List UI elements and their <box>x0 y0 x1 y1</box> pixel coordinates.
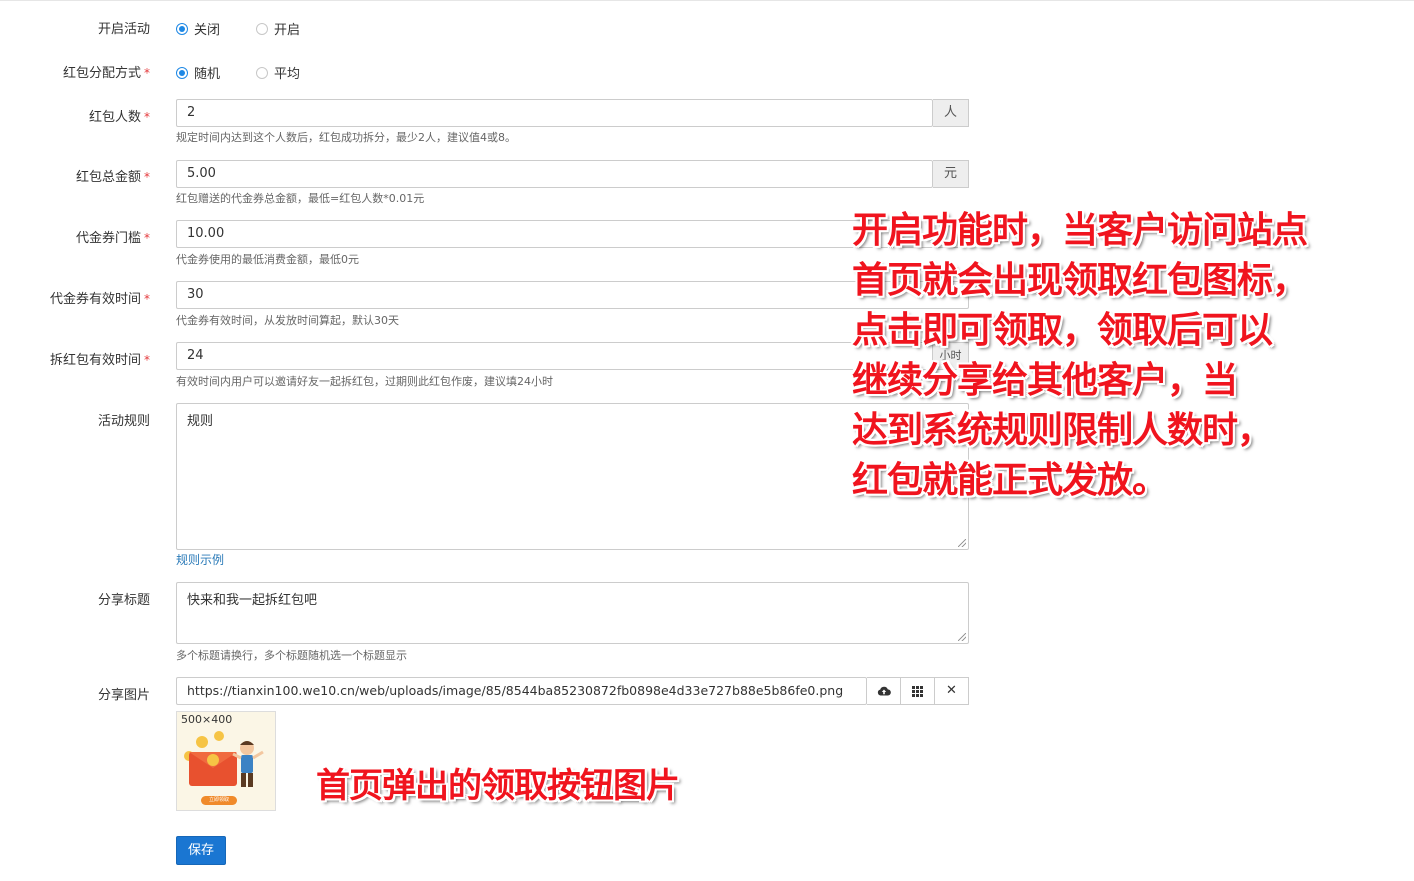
total-amount-input[interactable]: 5.00 <box>176 160 933 188</box>
threshold-input[interactable]: 10.00 <box>176 220 969 248</box>
activity-radio-on[interactable]: 开启 <box>256 19 300 38</box>
total-label: 红包总金额 * <box>0 166 150 185</box>
annotation-line: 开启功能时，当客户访问站点 <box>852 210 1308 251</box>
rules-label: 活动规则 <box>97 414 150 429</box>
total-label-text: 红包总金额 <box>75 170 141 185</box>
radio-label: 关闭 <box>194 23 221 38</box>
annotation-line: 点击即可领取，领取后可以 <box>852 310 1273 351</box>
share-title-help: 多个标题请换行，多个标题随机选一个标题显示 <box>176 649 407 662</box>
save-button[interactable]: 保存 <box>176 836 226 865</box>
radio-label: 平均 <box>274 67 301 82</box>
total-help: 红包赠送的代金券总金额，最低=红包人数*0.01元 <box>176 192 425 205</box>
share-title-label: 分享标题 <box>97 593 150 608</box>
threshold-label-text: 代金券门槛 <box>75 231 141 246</box>
people-unit-addon: 人 <box>933 99 969 127</box>
annotation-line: 达到系统规则限制人数时， <box>852 410 1273 451</box>
top-divider <box>0 0 1414 1</box>
clear-button[interactable]: ✕ <box>935 677 969 705</box>
annotation-main: 开启功能时，当客户访问站点 首页就会出现领取红包图标， 点击即可领取，领取后可以… <box>852 206 1308 506</box>
people-help: 规定时间内达到这个人数后，红包成功拆分，最少2人，建议值4或8。 <box>176 131 516 144</box>
activity-label-text: 开启活动 <box>97 22 150 37</box>
gallery-button[interactable] <box>901 677 935 705</box>
valid-days-label-text: 代金券有效时间 <box>49 292 141 307</box>
activity-radio-off[interactable]: 关闭 <box>176 19 220 38</box>
split-time-input[interactable]: 24 <box>176 342 933 370</box>
share-title-text: 快来和我一起拆红包吧 <box>187 593 318 608</box>
threshold-label: 代金券门槛 * <box>0 227 150 246</box>
total-unit-addon: 元 <box>933 160 969 188</box>
required-mark: * <box>144 66 150 80</box>
distribution-radio-average[interactable]: 平均 <box>256 63 300 82</box>
people-input[interactable]: 2 <box>176 99 933 127</box>
thumb-claim-text: 立即领取 <box>208 797 229 803</box>
resize-handle-icon[interactable] <box>958 539 966 547</box>
valid-days-help: 代金券有效时间，从发放时间算起，默认30天 <box>176 314 399 327</box>
activity-label: 开启活动 <box>0 18 150 37</box>
annotation-line: 继续分享给其他客户，当 <box>852 360 1238 401</box>
share-image-url-input[interactable]: https://tianxin100.we10.cn/web/uploads/i… <box>176 677 867 705</box>
radio-unchecked-icon <box>256 22 268 35</box>
distribution-label-text: 红包分配方式 <box>62 66 141 81</box>
cloud-upload-icon <box>877 686 891 696</box>
annotation-line: 首页就会出现领取红包图标， <box>852 260 1308 301</box>
radio-unchecked-icon <box>256 66 268 79</box>
people-label: 红包人数 * <box>0 106 150 125</box>
valid-days-input[interactable]: 30 <box>176 281 969 309</box>
upload-button[interactable] <box>867 677 901 705</box>
distribution-label: 红包分配方式 * <box>0 62 150 81</box>
people-label-text: 红包人数 <box>88 110 141 125</box>
rules-textarea[interactable]: 规则 <box>176 403 969 550</box>
required-mark: * <box>144 170 150 184</box>
share-image-label: 分享图片 <box>97 688 150 703</box>
resize-handle-icon[interactable] <box>958 633 966 641</box>
share-image-thumbnail: 500×400 立即领取 <box>176 711 276 811</box>
annotation-image-note: 首页弹出的领取按钮图片 <box>316 766 680 806</box>
annotation-line: 红包就能正式发放。 <box>852 460 1168 501</box>
radio-label: 随机 <box>194 67 221 82</box>
rules-text: 规则 <box>187 414 214 429</box>
required-mark: * <box>144 292 150 306</box>
radio-checked-icon <box>176 66 188 79</box>
split-time-label: 拆红包有效时间 * <box>0 349 150 368</box>
grid-icon <box>912 686 923 697</box>
split-time-help: 有效时间内用户可以邀请好友一起拆红包，过期则此红包作废，建议填24小时 <box>176 375 553 388</box>
share-title-textarea[interactable]: 快来和我一起拆红包吧 <box>176 582 969 644</box>
split-time-label-text: 拆红包有效时间 <box>49 353 141 368</box>
close-icon: ✕ <box>946 683 957 698</box>
thumb-size-text: 500×400 <box>181 713 233 726</box>
required-mark: * <box>144 110 150 124</box>
threshold-help: 代金券使用的最低消费金额，最低0元 <box>176 253 359 266</box>
radio-label: 开启 <box>274 23 301 38</box>
rules-example-link[interactable]: 规则示例 <box>176 551 224 568</box>
distribution-radio-random[interactable]: 随机 <box>176 63 220 82</box>
required-mark: * <box>144 231 150 245</box>
valid-days-label: 代金券有效时间 * <box>0 288 150 307</box>
radio-checked-icon <box>176 22 188 35</box>
required-mark: * <box>144 353 150 367</box>
